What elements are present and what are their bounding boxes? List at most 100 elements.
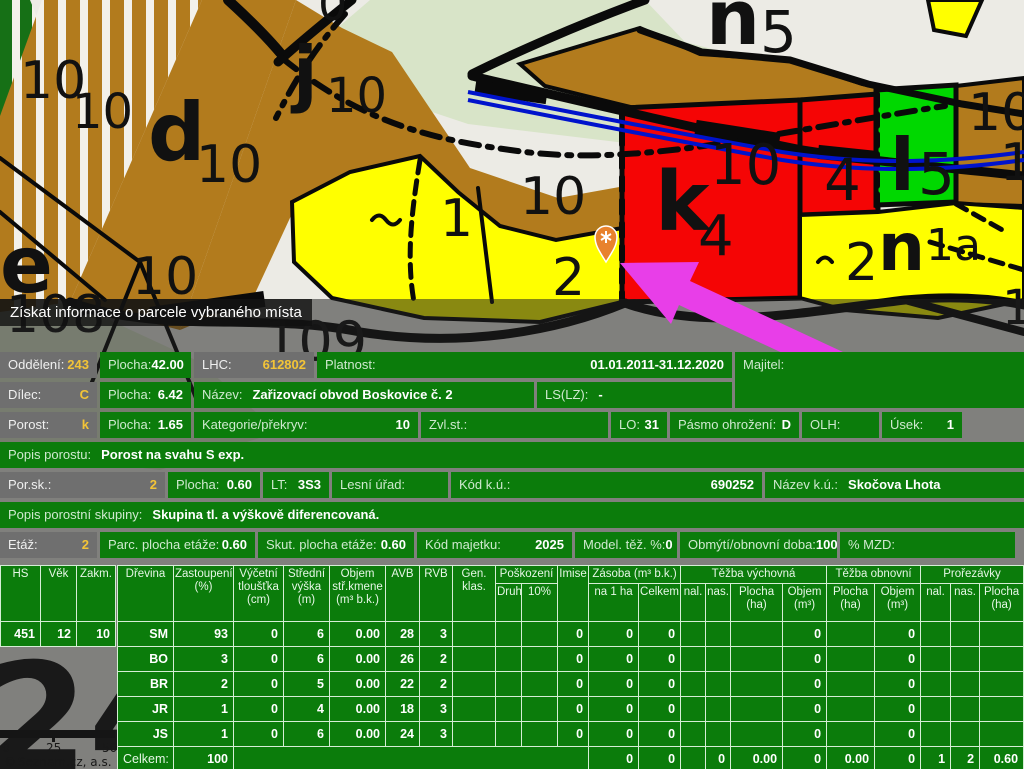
field-value: 1.65 [158, 412, 183, 438]
col-header-plocha-to: Plocha (ha) [827, 584, 875, 622]
table-cell: 0 [639, 672, 681, 697]
table-cell: 1 [174, 697, 234, 722]
table-cell: BO [118, 647, 174, 672]
svg-text:2: 2 [845, 233, 878, 293]
field-value: 3S3 [298, 472, 321, 498]
field-value: 0.60 [227, 472, 252, 498]
field-label: OLH: [810, 412, 840, 438]
table-cell [951, 697, 980, 722]
stand-table-species: Dřevina Zastoupení (%) Výčetní tloušťka … [117, 565, 1024, 769]
info-cell-skut-plocha: Skut. plocha etáže: 0.60 [258, 532, 414, 558]
field-label: Popis porostní skupiny: [8, 502, 142, 528]
table-cell: 22 [386, 672, 420, 697]
table-cell: 0 [234, 647, 284, 672]
info-cell-pasmo: Pásmo ohrožení: D [670, 412, 799, 438]
field-value: 42.00 [151, 352, 184, 378]
field-label: Popis porostu: [8, 442, 91, 468]
table-cell [522, 647, 558, 672]
col-header-gen-klas: Gen. klas. [453, 566, 496, 622]
info-cell-lo: LO: 31 [611, 412, 667, 438]
table-cell [980, 672, 1024, 697]
col-header-na1ha: na 1 ha [589, 584, 639, 622]
table-cell: JR [118, 697, 174, 722]
field-label: Zvl.st.: [429, 412, 467, 438]
info-cell-mzd: % MZD: [840, 532, 1015, 558]
table-cell [234, 747, 589, 769]
table-cell [951, 672, 980, 697]
table-cell [980, 647, 1024, 672]
col-header-vek: Věk [41, 566, 77, 622]
table-cell [951, 722, 980, 747]
svg-text:1: 1 [440, 189, 473, 249]
info-cell-plocha-oddeleni: Plocha: 42.00 [100, 352, 191, 378]
table-cell [453, 722, 496, 747]
col-header-drevina: Dřevina [118, 566, 174, 622]
table-cell [681, 747, 706, 769]
table-cell: 2 [420, 672, 453, 697]
table-cell: 1 [174, 722, 234, 747]
table-cell: 451 [1, 622, 41, 647]
table-row: BO3060.0026200000 [118, 647, 1024, 672]
table-cell [827, 672, 875, 697]
field-label: Plocha: [176, 472, 219, 498]
field-value: 2 [150, 472, 157, 498]
table-cell: 0 [558, 622, 589, 647]
table-row: JR1040.0018300000 [118, 697, 1024, 722]
table-cell [496, 697, 522, 722]
table-cell [921, 647, 951, 672]
field-label: Etáž: [8, 532, 38, 558]
col-header-nas-pror: nas. [951, 584, 980, 622]
svg-text:l: l [890, 123, 915, 207]
svg-text:n: n [878, 209, 925, 286]
table-cell: 0.00 [731, 747, 783, 769]
table-cell [496, 622, 522, 647]
info-cell-obmyti: Obmýtí/obnovní doba: 100/30 [680, 532, 837, 558]
info-cell-nazev: Název: Zařizovací obvod Boskovice č. 2 [194, 382, 534, 408]
table-cell [522, 672, 558, 697]
table-cell [453, 697, 496, 722]
table-cell [731, 722, 783, 747]
table-row: SM93060.0028300000 [118, 622, 1024, 647]
table-cell: 0 [783, 672, 827, 697]
table-cell: 10 [77, 622, 116, 647]
svg-text:10: 10 [72, 84, 133, 140]
table-cell [731, 672, 783, 697]
table-cell: 0 [234, 697, 284, 722]
info-cell-kategorie: Kategorie/překryv: 10 [194, 412, 418, 438]
table-cell: 18 [386, 697, 420, 722]
table-cell [980, 622, 1024, 647]
table-cell: 0.00 [330, 672, 386, 697]
table-cell: 1 [921, 747, 951, 769]
table-cell [496, 722, 522, 747]
field-label: Plocha: [108, 412, 151, 438]
col-header-nal-pror: nal. [921, 584, 951, 622]
field-value: 0 [665, 532, 672, 558]
table-cell: 3 [420, 697, 453, 722]
table-cell [522, 697, 558, 722]
table-cell [980, 697, 1024, 722]
table-cell: 0 [558, 697, 589, 722]
field-label: Model. těž. %: [583, 532, 665, 558]
table-cell: 0 [589, 647, 639, 672]
field-label: LT: [271, 472, 287, 498]
table-cell: 0 [875, 722, 921, 747]
table-cell [827, 697, 875, 722]
table-cell [921, 697, 951, 722]
col-header-zakm: Zakm. [77, 566, 116, 622]
table-row: 451 12 10 [1, 622, 116, 647]
info-cell-model-tez: Model. těž. %: 0 [575, 532, 677, 558]
field-label: Parc. plocha etáže: [108, 532, 219, 558]
field-value: - [598, 382, 602, 408]
info-cell-dilec: Dílec: C [0, 382, 97, 408]
svg-text:10: 10 [710, 133, 781, 198]
field-label: % MZD: [848, 532, 895, 558]
table-cell: 0 [875, 622, 921, 647]
col-header-avb: AVB [386, 566, 420, 622]
field-value: 2025 [535, 532, 564, 558]
table-cell [496, 672, 522, 697]
field-label: Plocha: [108, 352, 151, 378]
stand-table-left: HS Věk Zakm. 451 12 10 [0, 565, 116, 647]
table-cell: 4 [284, 697, 330, 722]
table-cell: 0.00 [330, 697, 386, 722]
table-cell: 0 [589, 622, 639, 647]
